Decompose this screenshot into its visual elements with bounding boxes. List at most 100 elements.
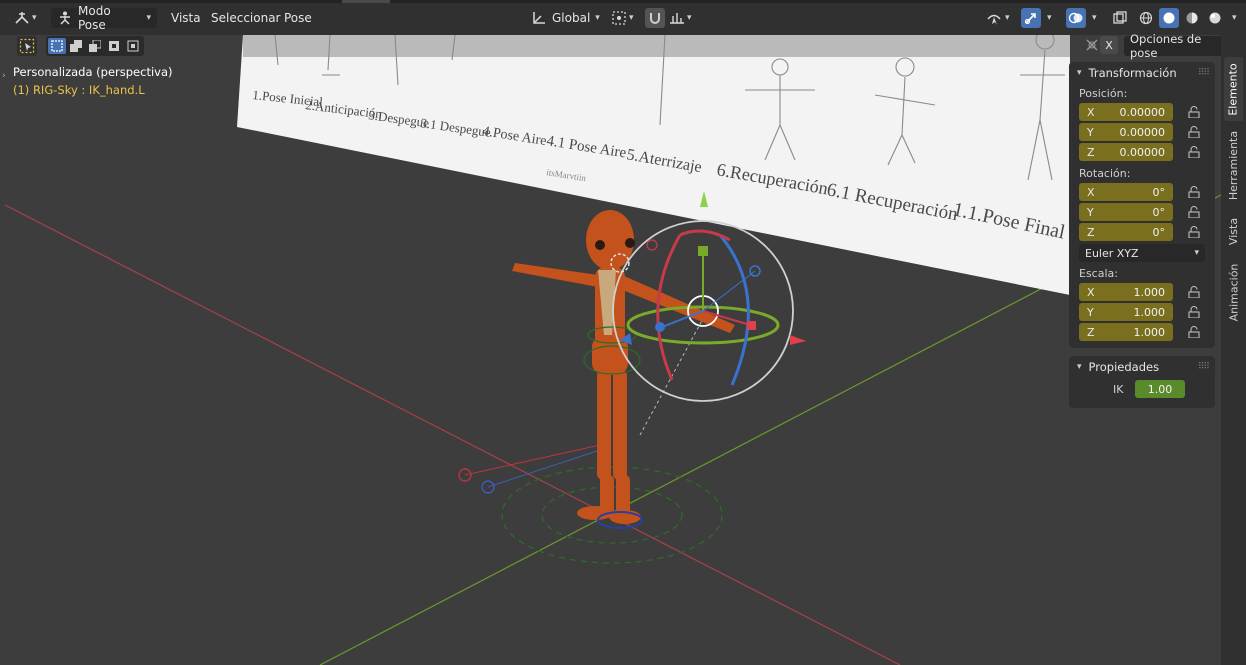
editor-type-selector[interactable]: ▾ bbox=[14, 8, 37, 28]
snap-target-selector[interactable]: ▾ bbox=[669, 8, 692, 28]
select-extend-icon[interactable] bbox=[67, 38, 85, 54]
rotation-mode-select[interactable]: Euler XYZ ▾ bbox=[1079, 244, 1205, 262]
menu-seleccionar[interactable]: Seleccionar bbox=[211, 8, 280, 28]
snap-toggle[interactable] bbox=[645, 8, 665, 28]
scale-y-row: Y 1.000 bbox=[1069, 302, 1215, 322]
scale-z-row: Z 1.000 bbox=[1069, 322, 1215, 342]
field-value: 0.00000 bbox=[1119, 145, 1166, 159]
position-x-field[interactable]: X 0.00000 bbox=[1079, 103, 1173, 121]
orientation-axes-icon bbox=[531, 10, 547, 26]
mode-label: Modo Pose bbox=[78, 4, 111, 32]
select-subtract-icon[interactable] bbox=[86, 38, 104, 54]
position-z-field[interactable]: Z 0.00000 bbox=[1079, 143, 1173, 161]
field-value: 0.00000 bbox=[1119, 105, 1166, 119]
solid-icon[interactable] bbox=[1159, 8, 1179, 28]
sidebar-tabs: Elemento Herramienta Vista Animación bbox=[1221, 35, 1246, 665]
drag-grip-icon[interactable]: ⠿⠿ bbox=[1198, 68, 1210, 78]
menu-pose-label: Pose bbox=[284, 11, 312, 25]
toolbar-expand-arrow[interactable]: › bbox=[2, 71, 6, 81]
rotation-z-field[interactable]: Z 0° bbox=[1079, 223, 1173, 241]
rotation-y-field[interactable]: Y 0° bbox=[1079, 203, 1173, 221]
menu-seleccionar-label: Seleccionar bbox=[211, 11, 281, 25]
rotation-label: Rotación: bbox=[1079, 166, 1131, 180]
gizmo-toggle[interactable]: ▾ bbox=[1021, 8, 1052, 28]
drag-grip-icon[interactable]: ⠿⠿ bbox=[1198, 362, 1210, 372]
pivot-point-selector[interactable]: ▾ bbox=[611, 8, 634, 28]
padlock-icon[interactable] bbox=[1187, 105, 1201, 119]
select-invert-icon[interactable] bbox=[105, 38, 123, 54]
tab-vista[interactable]: Vista bbox=[1224, 209, 1243, 253]
padlock-icon[interactable] bbox=[1187, 285, 1201, 299]
field-value: 0.00000 bbox=[1119, 125, 1166, 139]
tab-elemento[interactable]: Elemento bbox=[1224, 57, 1243, 121]
pose-mode-icon bbox=[57, 11, 73, 25]
rotation-y-row: Y 0° bbox=[1069, 202, 1215, 222]
snap-target-icon bbox=[669, 11, 685, 25]
material-preview-icon[interactable] bbox=[1182, 8, 1202, 28]
transform-panel: ▾ Transformación ⠿⠿ Posición: X 0.00000 Y… bbox=[1069, 62, 1215, 348]
sidebar-panel: ▾ Transformación ⠿⠿ Posición: X 0.00000 Y… bbox=[1069, 62, 1215, 414]
padlock-icon[interactable] bbox=[1187, 185, 1201, 199]
field-value: 1.000 bbox=[1133, 325, 1166, 339]
scale-z-field[interactable]: Z 1.000 bbox=[1079, 323, 1173, 341]
overlays-icon bbox=[1066, 8, 1086, 28]
xray-toggle[interactable] bbox=[1112, 8, 1128, 28]
menu-vista-label: Vista bbox=[171, 11, 201, 25]
chevron-down-icon: ▾ bbox=[1194, 248, 1199, 258]
rotation-x-field[interactable]: X 0° bbox=[1079, 183, 1173, 201]
position-label: Posición: bbox=[1079, 86, 1128, 100]
selection-mode-group bbox=[46, 36, 144, 56]
rotation-z-row: Z 0° bbox=[1069, 222, 1215, 242]
overlays-toggle[interactable]: ▾ bbox=[1066, 8, 1097, 28]
gizmo-icon bbox=[1021, 8, 1041, 28]
position-y-field[interactable]: Y 0.00000 bbox=[1079, 123, 1173, 141]
tab-animacion[interactable]: Animación bbox=[1224, 259, 1243, 325]
viewport-scene: 1.Pose Inicial 2.Anticipación 3.Despegue… bbox=[4, 35, 1221, 665]
close-button[interactable]: X bbox=[1100, 36, 1118, 54]
transform-orientation-selector[interactable]: Global ▾ bbox=[525, 8, 605, 28]
menu-pose[interactable]: Pose bbox=[284, 8, 312, 28]
tab-herramienta[interactable]: Herramienta bbox=[1224, 127, 1243, 203]
armature-editor-icon bbox=[14, 10, 32, 26]
padlock-icon[interactable] bbox=[1187, 305, 1201, 319]
axis-label: Z bbox=[1087, 225, 1095, 239]
scale-label: Escala: bbox=[1079, 266, 1118, 280]
axis-label: Z bbox=[1087, 325, 1095, 339]
chevron-down-icon: ▾ bbox=[687, 13, 692, 23]
3d-viewport[interactable]: 1.Pose Inicial 2.Anticipación 3.Despegue… bbox=[0, 35, 1221, 665]
properties-panel-header[interactable]: ▾ Propiedades ⠿⠿ bbox=[1069, 356, 1215, 378]
active-tool[interactable] bbox=[17, 36, 37, 56]
pivot-point-icon bbox=[611, 10, 627, 26]
padlock-icon[interactable] bbox=[1187, 205, 1201, 219]
chevron-down-icon: ▾ bbox=[1092, 13, 1097, 23]
padlock-icon[interactable] bbox=[1187, 125, 1201, 139]
tab-label: Animación bbox=[1227, 263, 1241, 321]
chevron-down-icon: ▾ bbox=[32, 13, 37, 23]
axis-label: X bbox=[1087, 105, 1095, 119]
widgets-icon[interactable] bbox=[1085, 38, 1099, 55]
ik-influence-slider[interactable]: 1.00 bbox=[1135, 380, 1185, 398]
padlock-icon[interactable] bbox=[1187, 145, 1201, 159]
scale-y-field[interactable]: Y 1.000 bbox=[1079, 303, 1173, 321]
mode-selector[interactable]: Modo Pose ▾ bbox=[51, 4, 157, 32]
orientation-label: Global bbox=[552, 11, 591, 25]
field-value: 0° bbox=[1152, 225, 1166, 239]
padlock-icon[interactable] bbox=[1187, 325, 1201, 339]
rendered-icon[interactable] bbox=[1205, 8, 1225, 28]
snap-magnet-icon bbox=[645, 8, 665, 28]
ik-label: IK bbox=[1113, 382, 1124, 396]
active-object-label: (1) RIG-Sky : IK_hand.L bbox=[13, 83, 145, 97]
selectability-visibility[interactable]: ▾ bbox=[986, 8, 1010, 28]
select-new-icon[interactable] bbox=[48, 38, 66, 54]
menu-vista[interactable]: Vista bbox=[171, 8, 201, 28]
position-z-row: Z 0.00000 bbox=[1069, 142, 1215, 162]
ik-chain-dashed bbox=[639, 314, 706, 436]
shading-options-chevron-icon[interactable]: ▾ bbox=[1232, 13, 1237, 23]
select-intersect-icon[interactable] bbox=[124, 38, 142, 54]
transform-panel-header[interactable]: ▾ Transformación ⠿⠿ bbox=[1069, 62, 1215, 84]
scale-x-field[interactable]: X 1.000 bbox=[1079, 283, 1173, 301]
chevron-down-icon: ▾ bbox=[629, 13, 634, 23]
wireframe-icon[interactable] bbox=[1136, 8, 1156, 28]
padlock-icon[interactable] bbox=[1187, 225, 1201, 239]
axis-label: X bbox=[1087, 285, 1095, 299]
